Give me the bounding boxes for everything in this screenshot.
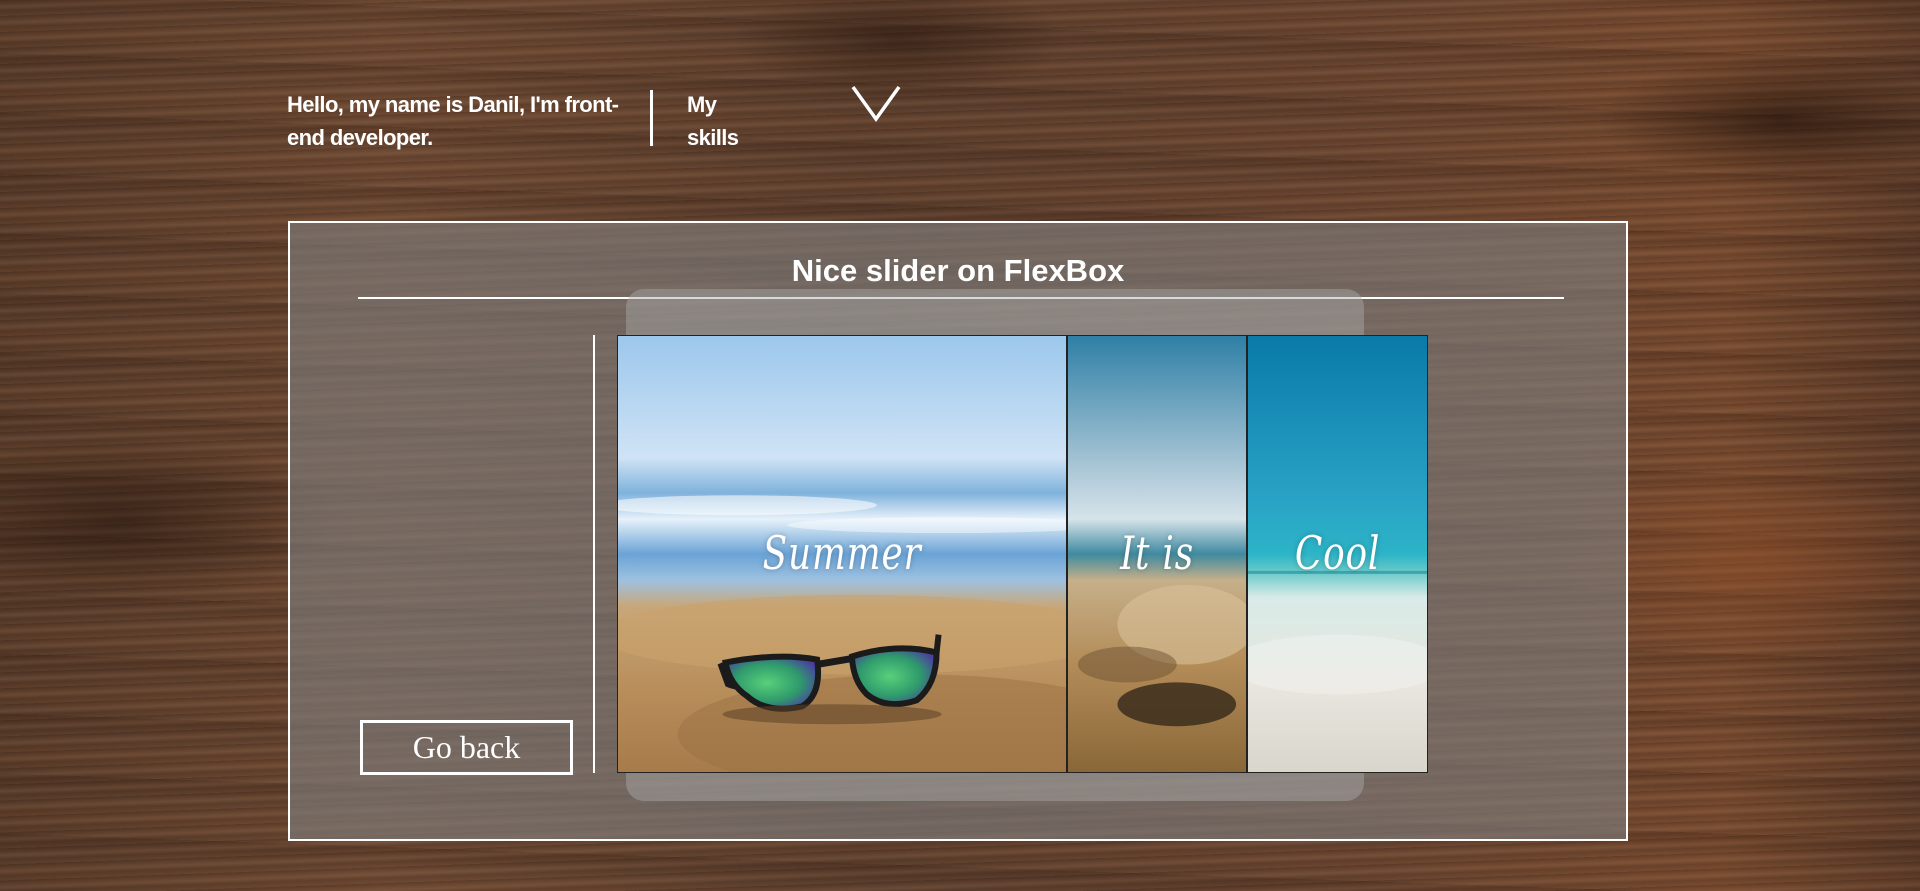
- my-skills-link[interactable]: My skills: [687, 88, 739, 154]
- panel-title: Nice slider on FlexBox: [791, 253, 1125, 288]
- sidebar-divider: [593, 335, 595, 773]
- slide-it-is[interactable]: It is: [1067, 335, 1247, 773]
- slide-label-summer: Summer: [762, 526, 922, 580]
- slider-panel: Nice slider on FlexBox Go back Summer It…: [288, 221, 1628, 841]
- chevron-down-icon[interactable]: [850, 84, 902, 124]
- slide-summer[interactable]: Summer: [617, 335, 1067, 773]
- slide-label-cool: Cool: [1294, 526, 1381, 580]
- slide-label-it-is: It is: [1120, 526, 1194, 580]
- slide-cool[interactable]: Cool: [1247, 335, 1428, 773]
- flex-slider: Summer It is Cool: [617, 335, 1428, 773]
- intro-text: Hello, my name is Danil, I'm front-end d…: [287, 92, 619, 150]
- header-divider: [650, 90, 653, 146]
- go-back-button[interactable]: Go back: [360, 720, 573, 775]
